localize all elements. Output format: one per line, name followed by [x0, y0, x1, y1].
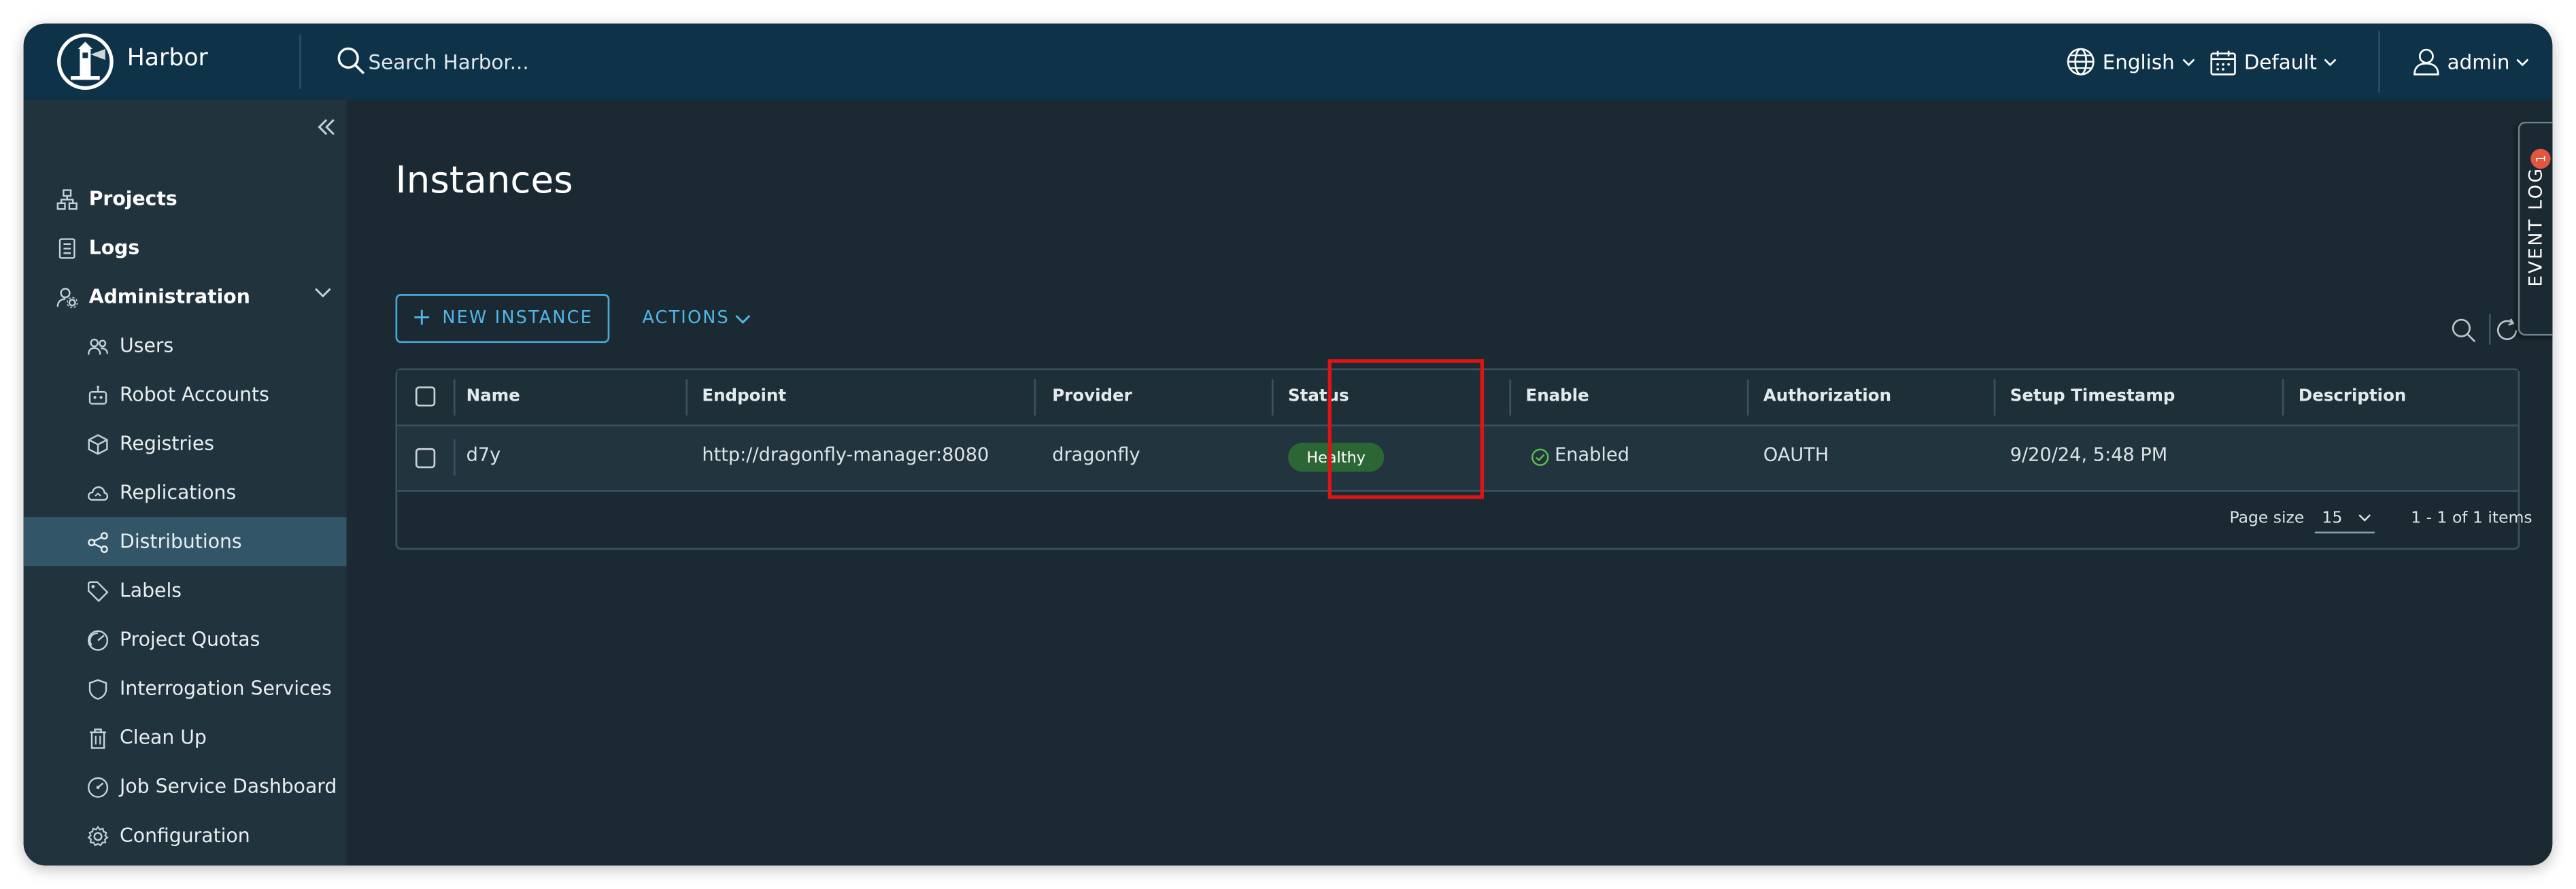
- enable-label: Enabled: [1555, 446, 1629, 467]
- sidebar-item-logs[interactable]: Logs: [24, 223, 379, 272]
- top-header: Harbor English: [23, 23, 2553, 100]
- column-separator: [1746, 379, 1749, 416]
- sidebar-item-label: Clean Up: [120, 726, 207, 749]
- column-header-enable[interactable]: Enable: [1525, 386, 1589, 406]
- chevron-down-icon: [2517, 58, 2530, 66]
- cell-authorization: OAUTH: [1763, 446, 1829, 467]
- global-search-input[interactable]: [357, 44, 841, 80]
- harbor-logo-icon[interactable]: [56, 33, 114, 90]
- cell-name: d7y: [466, 446, 501, 467]
- user-menu[interactable]: admin: [2413, 41, 2530, 82]
- page-size-select[interactable]: 15: [2314, 505, 2375, 534]
- sidebar-item-label: Job Service Dashboard: [120, 775, 337, 798]
- sidebar-item-label: Administration: [88, 286, 250, 308]
- registries-icon: [88, 433, 108, 454]
- cell-enable: Enabled: [1531, 446, 1629, 467]
- column-header-authorization[interactable]: Authorization: [1763, 386, 1891, 406]
- sidebar-item-administration[interactable]: Administration: [24, 272, 379, 321]
- cell-setup-timestamp: 9/20/24, 5:48 PM: [2010, 446, 2168, 467]
- sidebar-item-label: Project Quotas: [120, 628, 260, 651]
- datagrid-footer: Page size 15 1 - 1 of 1 items: [397, 492, 2532, 548]
- language-label: English: [2102, 50, 2175, 74]
- logs-icon: [58, 237, 75, 258]
- projects-icon: [56, 188, 78, 209]
- sidebar-item-label: Replications: [120, 482, 237, 504]
- gear-icon: [87, 824, 109, 845]
- sidebar-item-label: Robot Accounts: [120, 384, 269, 406]
- column-header-provider[interactable]: Provider: [1052, 386, 1132, 406]
- collapse-sidebar-icon[interactable]: [313, 114, 339, 139]
- column-separator: [1034, 379, 1036, 416]
- page-size-value: 15: [2322, 509, 2343, 527]
- items-count: 1 - 1 of 1 items: [2411, 509, 2532, 529]
- new-instance-button[interactable]: + NEW INSTANCE: [395, 294, 610, 343]
- user-icon: [2413, 48, 2439, 76]
- main-content: Instances + NEW INSTANCE ACTIONS Name En…: [346, 99, 2553, 866]
- quotas-icon: [87, 629, 109, 650]
- sidebar-item-label: Logs: [88, 237, 140, 259]
- select-all-checkbox[interactable]: [415, 386, 436, 407]
- administration-icon: [56, 286, 78, 307]
- harbor-window: Harbor English: [23, 23, 2553, 866]
- calendar-icon: [2210, 50, 2236, 75]
- column-header-endpoint[interactable]: Endpoint: [702, 386, 786, 406]
- sidebar-item-label: Configuration: [120, 824, 250, 847]
- column-separator: [453, 439, 456, 475]
- dashboard-icon: [87, 776, 109, 797]
- robot-icon: [88, 384, 107, 404]
- column-separator: [1993, 379, 1996, 416]
- sidebar: Projects Logs Administration Users Robot…: [23, 99, 410, 866]
- theme-label: Default: [2243, 50, 2318, 74]
- chevron-down-icon: [315, 288, 331, 298]
- labels-icon: [87, 580, 109, 601]
- new-instance-label: NEW INSTANCE: [442, 308, 594, 329]
- header-divider: [2378, 31, 2380, 93]
- check-circle-icon: [1531, 448, 1549, 465]
- replications-icon: [87, 485, 109, 500]
- sidebar-item-label: Projects: [88, 188, 177, 210]
- brand-name[interactable]: Harbor: [127, 46, 208, 73]
- status-highlight-box: [1327, 359, 1485, 499]
- theme-selector[interactable]: Default: [2209, 41, 2337, 82]
- language-selector[interactable]: English: [2066, 41, 2194, 82]
- sidebar-item-label: Labels: [120, 580, 182, 602]
- column-separator: [453, 379, 456, 416]
- column-header-setup-timestamp[interactable]: Setup Timestamp: [2010, 386, 2175, 406]
- refresh-icon[interactable]: [2494, 318, 2520, 343]
- cell-endpoint: http://dragonfly-manager:8080: [702, 446, 989, 467]
- chevron-down-icon: [736, 314, 751, 323]
- sidebar-item-label: Users: [120, 335, 174, 357]
- chevron-down-icon: [2182, 58, 2194, 66]
- cell-provider: dragonfly: [1052, 446, 1140, 467]
- shield-icon: [88, 678, 107, 699]
- column-header-description[interactable]: Description: [2299, 386, 2407, 406]
- plus-icon: +: [411, 305, 434, 333]
- sidebar-item-projects[interactable]: Projects: [24, 174, 379, 223]
- globe-icon: [2067, 48, 2095, 76]
- chevron-down-icon: [2358, 514, 2371, 522]
- actions-dropdown[interactable]: ACTIONS: [642, 294, 751, 343]
- row-select-checkbox[interactable]: [415, 448, 436, 469]
- column-header-name[interactable]: Name: [467, 386, 520, 406]
- page-size-label: Page size: [2229, 509, 2305, 529]
- user-name: admin: [2447, 50, 2510, 74]
- actions-label: ACTIONS: [642, 308, 730, 329]
- sidebar-item-label: Registries: [120, 433, 215, 455]
- distributions-icon: [88, 531, 108, 552]
- header-divider: [299, 34, 301, 89]
- event-log-label: EVENT LOG: [2526, 167, 2547, 287]
- toolbar-divider: [2488, 314, 2491, 345]
- page-title: Instances: [395, 158, 573, 202]
- column-separator: [685, 379, 688, 416]
- sidebar-item-label: Distributions: [120, 531, 242, 553]
- search-icon[interactable]: [2451, 318, 2476, 343]
- event-log-tab[interactable]: 1 EVENT LOG: [2518, 121, 2553, 336]
- users-icon: [87, 337, 109, 354]
- chevron-down-icon: [2324, 58, 2337, 66]
- trash-icon: [90, 727, 107, 748]
- sidebar-item-label: Interrogation Services: [120, 677, 332, 700]
- column-separator: [1509, 379, 1512, 416]
- column-separator: [1271, 379, 1274, 416]
- column-separator: [2282, 379, 2284, 416]
